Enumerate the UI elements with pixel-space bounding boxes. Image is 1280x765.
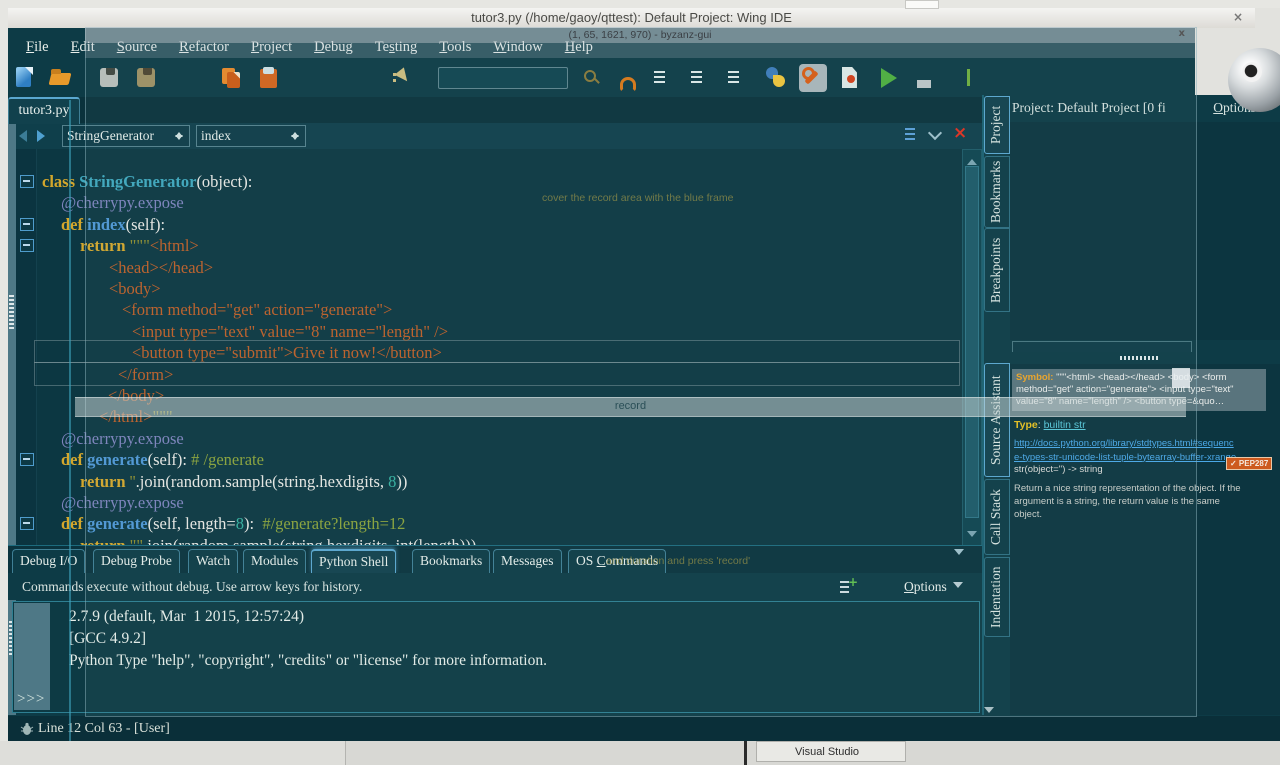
shell-gutter: >>> <box>14 603 50 710</box>
new-file-icon <box>10 64 38 92</box>
recorder-close-icon[interactable]: x <box>1179 28 1185 39</box>
recorder-hint-duration: and duration and press 'record' <box>606 555 750 567</box>
shell-prompt: >>> <box>17 691 45 708</box>
recorder-titlebar[interactable]: (1, 65, 1621, 970) - byzanz-gui x <box>85 27 1195 43</box>
recorder-haze <box>85 43 1195 58</box>
recorder-hint-frame: cover the record area with the blue fram… <box>542 192 733 204</box>
desktop-top-strip <box>0 0 1280 8</box>
desktop-orb-pupil <box>1242 62 1262 82</box>
desktop-taskbar: Visual Studio <box>0 741 1280 765</box>
fold-marker-icon[interactable] <box>20 517 34 530</box>
pep287-badge: ✓ PEP287 <box>1226 457 1272 470</box>
fold-marker-icon[interactable] <box>20 218 34 231</box>
fold-marker-icon[interactable] <box>20 239 34 252</box>
window-titlebar[interactable]: tutor3.py (/home/gaoy/qttest): Default P… <box>8 8 1255 28</box>
taskbar-item-visual-studio[interactable]: Visual Studio <box>756 741 906 762</box>
menu-item-file[interactable]: File <box>16 38 59 60</box>
tab-debug-i-o[interactable]: Debug I/O <box>12 549 85 573</box>
record-button[interactable]: record <box>75 397 1186 417</box>
taskbar-divider <box>744 741 747 765</box>
drag-grip[interactable] <box>9 295 14 329</box>
screen: tutor3.py (/home/gaoy/qttest): Default P… <box>0 0 1280 765</box>
open-folder-icon <box>47 64 75 92</box>
recorder-frame-line[interactable] <box>69 100 71 741</box>
recorder-title: (1, 65, 1621, 970) - byzanz-gui <box>568 29 711 41</box>
taskbar-segment <box>0 741 346 765</box>
window-title: tutor3.py (/home/gaoy/qttest): Default P… <box>471 10 792 25</box>
status-bar: Line 12 Col 63 - [User] <box>8 716 1280 741</box>
fold-marker-icon[interactable] <box>20 175 34 188</box>
toolbar-new-file-button[interactable] <box>10 64 38 92</box>
nav-forward-icon[interactable] <box>37 130 51 142</box>
recorder-grip-icon[interactable] <box>984 707 994 718</box>
cursor-position: Line 12 Col 63 - [User] <box>38 716 170 741</box>
window-close-icon[interactable]: × <box>1233 10 1243 24</box>
recorder-overlay-window <box>85 27 1197 717</box>
desktop-top-notch <box>905 0 939 9</box>
desktop-left-strip <box>0 8 8 741</box>
bug-icon[interactable] <box>20 722 34 736</box>
fold-marker-icon[interactable] <box>20 453 34 466</box>
toolbar-open-folder-button[interactable] <box>47 64 75 92</box>
